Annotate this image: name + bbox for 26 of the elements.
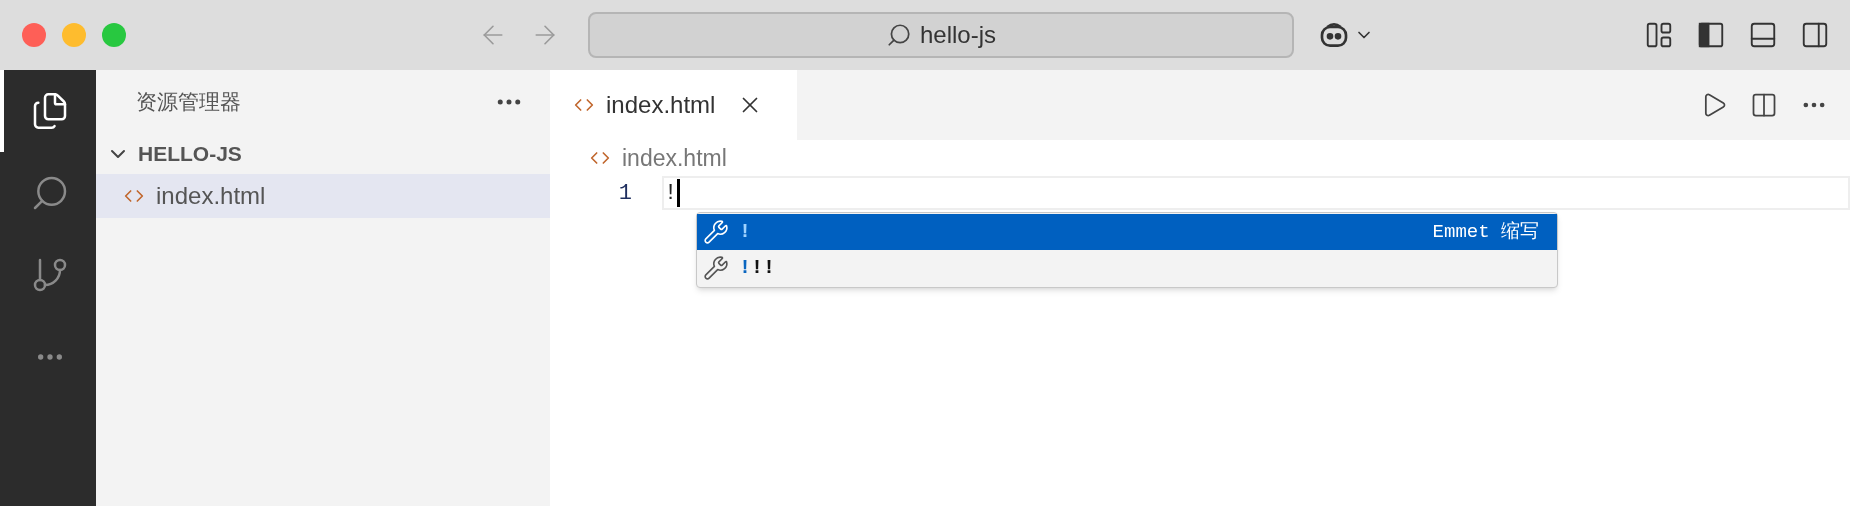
text-cursor [677, 179, 681, 207]
split-editor-icon[interactable] [1750, 91, 1778, 119]
line-number: 1 [617, 179, 632, 208]
tab-label: index.html [606, 90, 716, 120]
file-item[interactable]: index.html [96, 174, 550, 218]
wrench-icon [703, 255, 729, 281]
toggle-sidebar-icon[interactable] [1696, 20, 1726, 50]
layout-icon[interactable] [1644, 20, 1674, 50]
suggestion-item[interactable]: !!! [697, 250, 1557, 286]
suggestion-item[interactable]: ! Emmet 缩写 [697, 214, 1557, 250]
suggestion-label: ! [739, 219, 751, 245]
search-text: hello-js [920, 20, 996, 50]
suggestion-detail: Emmet 缩写 [1432, 219, 1539, 245]
toggle-panel-icon[interactable] [1748, 20, 1778, 50]
wrench-icon [703, 219, 729, 245]
toggle-secondary-sidebar-icon[interactable] [1800, 20, 1830, 50]
sidebar-title: 资源管理器 [136, 89, 241, 116]
folder-header[interactable]: HELLO-JS [96, 134, 550, 174]
code-text: ! [664, 179, 678, 208]
folder-name: HELLO-JS [138, 141, 242, 168]
suggestion-label: !!! [739, 255, 776, 281]
file-name: index.html [156, 181, 266, 211]
command-center-search[interactable]: hello-js [588, 12, 1294, 58]
breadcrumb[interactable]: index.html [622, 140, 727, 176]
search-icon [886, 22, 912, 48]
editor-tab[interactable]: index.html [550, 70, 797, 140]
